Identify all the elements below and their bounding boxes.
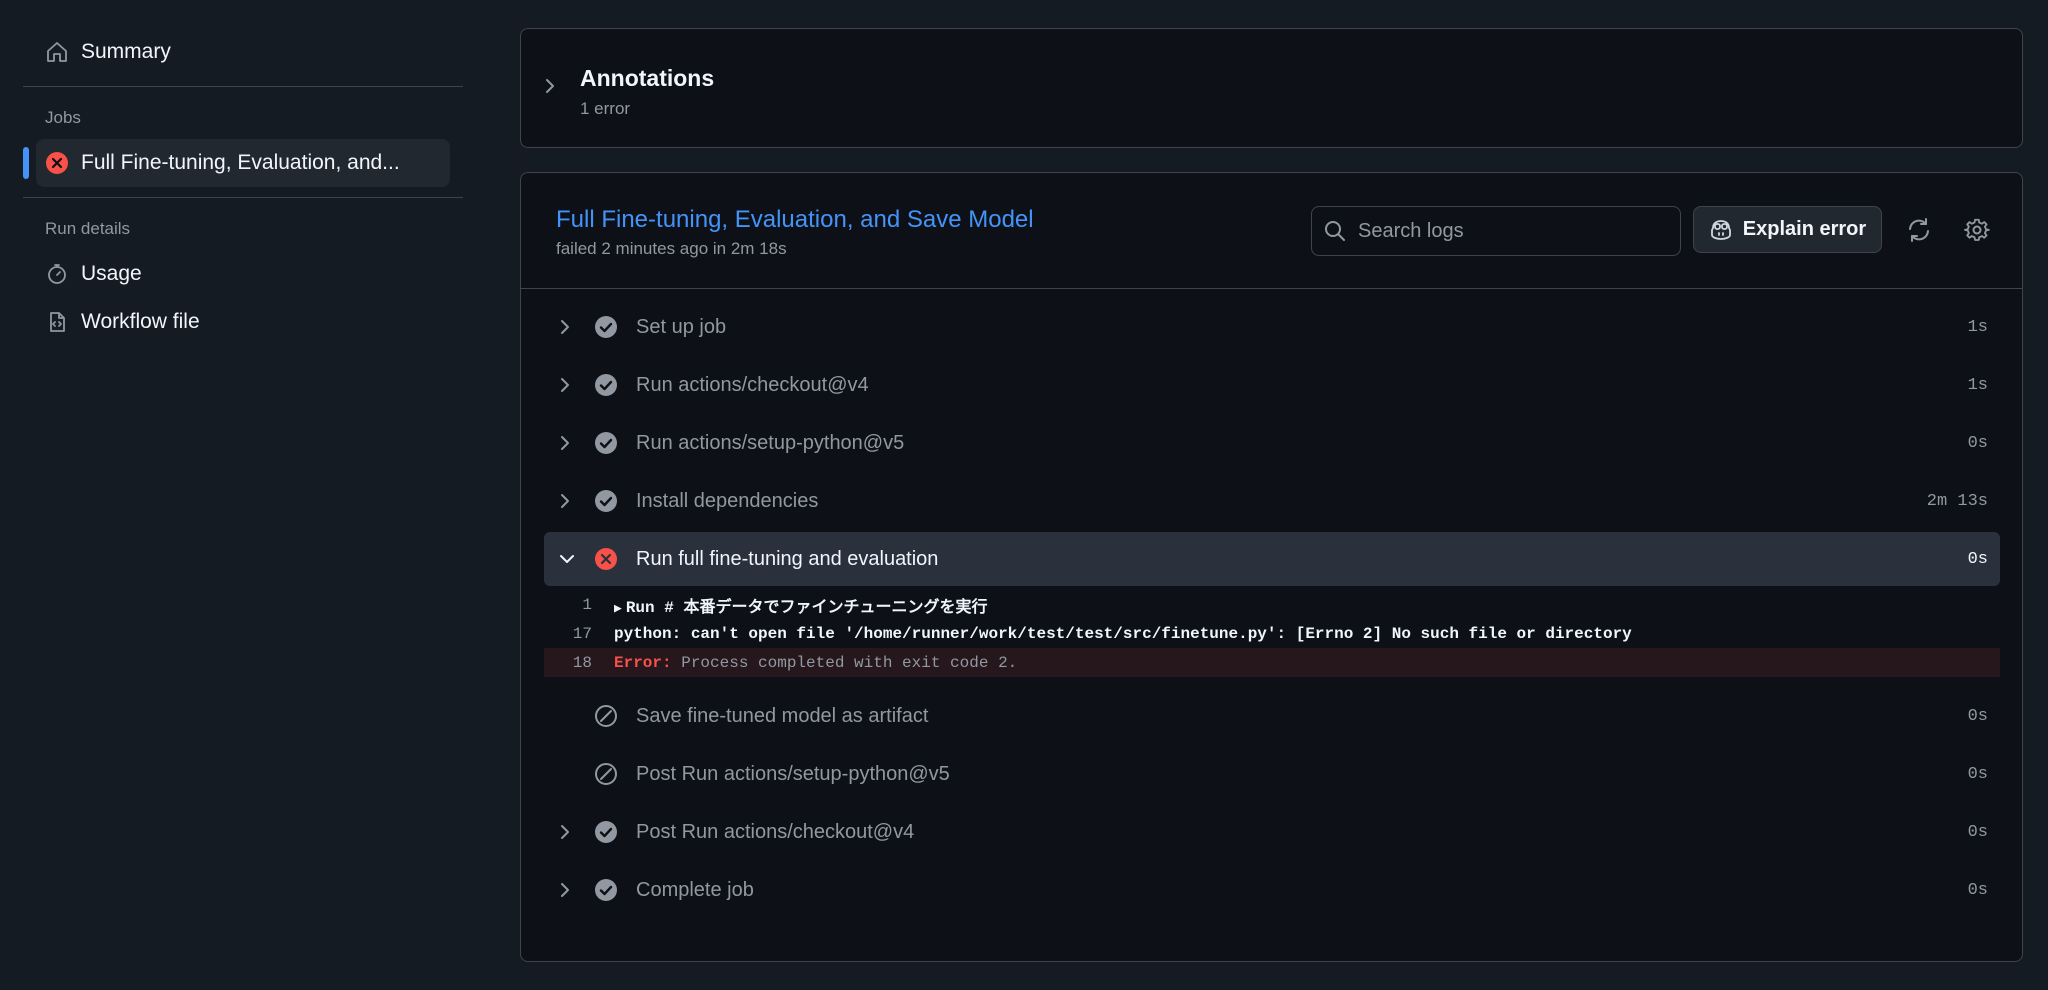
sidebar-item-job[interactable]: Full Fine-tuning, Evaluation, and... [23,139,450,187]
step-name: Post Run actions/setup-python@v5 [636,762,950,785]
steps-list: Set up job 1s Run actions/checkout@v4 1s… [544,300,2000,921]
x-circle-fill-icon [45,151,69,175]
line-number[interactable]: 18 [544,654,614,672]
log-line[interactable]: 1 ▶ Run # 本番データでファインチューニングを実行 [544,590,2000,619]
run-details-heading: Run details [45,219,131,238]
check-circle-fill-icon [594,315,618,339]
step-duration: 0s [1967,822,1988,842]
annotations-panel[interactable]: Annotations 1 error [520,28,2023,148]
step-install-dependencies[interactable]: Install dependencies 2m 13s [544,474,2000,528]
chevron-right-icon [558,881,572,899]
skip-icon [594,762,618,786]
step-log: 1 ▶ Run # 本番データでファインチューニングを実行 17 python: … [544,590,2000,677]
chevron-right-icon [558,434,572,452]
sidebar-divider [23,86,463,87]
sidebar: Summary Jobs Full Fine-tuning, Evaluatio… [23,28,463,346]
sidebar-item-usage[interactable]: Usage [23,250,463,298]
step-name: Run actions/checkout@v4 [636,373,869,396]
step-set-up-job[interactable]: Set up job 1s [544,300,2000,354]
chevron-right-icon[interactable] [543,77,557,95]
step-name: Save fine-tuned model as artifact [636,704,929,727]
chevron-right-icon [558,492,572,510]
triangle-right-icon[interactable]: ▶ [614,601,622,616]
log-text: Run # 本番データでファインチューニングを実行 [625,598,988,617]
step-setup-python[interactable]: Run actions/setup-python@v5 0s [544,416,2000,470]
error-label: Error: [614,653,672,672]
step-duration: 0s [1967,764,1988,784]
step-duration: 0s [1967,880,1988,900]
check-circle-fill-icon [594,373,618,397]
step-duration: 0s [1967,433,1988,453]
step-name: Run actions/setup-python@v5 [636,431,905,454]
chevron-down-icon [558,552,576,566]
chevron-right-icon [558,823,572,841]
annotations-title: Annotations [580,65,715,91]
step-checkout[interactable]: Run actions/checkout@v4 1s [544,358,2000,412]
step-save-artifact[interactable]: Save fine-tuned model as artifact 0s [544,689,2000,743]
step-duration: 0s [1967,706,1988,726]
sidebar-item-summary[interactable]: Summary [23,28,463,76]
gear-icon[interactable] [1964,217,1990,243]
explain-error-label: Explain error [1742,218,1867,240]
home-icon [45,40,69,64]
file-code-icon [45,310,69,334]
search-logs-input[interactable] [1358,219,1658,243]
explain-error-button[interactable]: Explain error [1693,206,1882,253]
step-complete-job[interactable]: Complete job 0s [544,863,2000,917]
line-number[interactable]: 1 [544,596,614,614]
job-title: Full Fine-tuning, Evaluation, and Save M… [556,206,1034,233]
sidebar-divider [23,197,463,198]
skip-icon [594,704,618,728]
sidebar-item-label: Workflow file [81,310,200,333]
step-name: Set up job [636,315,727,338]
search-logs[interactable] [1311,206,1681,256]
step-duration: 1s [1967,317,1988,337]
line-number[interactable]: 17 [544,625,614,643]
chevron-right-icon [558,318,572,336]
check-circle-fill-icon [594,878,618,902]
sidebar-item-label: Summary [81,40,171,63]
job-status-text: failed 2 minutes ago in 2m 18s [556,239,787,258]
log-line[interactable]: 17 python: can't open file '/home/runner… [544,619,2000,648]
chevron-right-icon [558,376,572,394]
step-duration: 1s [1967,375,1988,395]
check-circle-fill-icon [594,489,618,513]
step-name: Run full fine-tuning and evaluation [636,547,939,570]
job-header: Full Fine-tuning, Evaluation, and Save M… [521,173,2022,289]
sidebar-item-workflow-file[interactable]: Workflow file [23,298,463,346]
check-circle-fill-icon [594,820,618,844]
annotations-count: 1 error [580,99,631,118]
refresh-icon[interactable] [1906,217,1932,243]
sidebar-item-label: Usage [81,262,142,285]
log-text: Process completed with exit code 2. [671,653,1018,672]
jobs-heading: Jobs [45,108,81,127]
step-duration: 0s [1967,549,1988,569]
step-duration: 2m 13s [1926,491,1988,511]
x-circle-fill-icon [594,547,618,571]
step-name: Install dependencies [636,489,819,512]
step-post-checkout[interactable]: Post Run actions/checkout@v4 0s [544,805,2000,859]
step-post-setup-python[interactable]: Post Run actions/setup-python@v5 0s [544,747,2000,801]
step-name: Post Run actions/checkout@v4 [636,820,915,843]
log-line-error[interactable]: 18 Error: Process completed with exit co… [544,648,2000,677]
sidebar-item-label: Full Fine-tuning, Evaluation, and... [81,151,400,174]
search-icon [1324,220,1346,242]
step-run-fine-tuning[interactable]: Run full fine-tuning and evaluation 0s [544,532,2000,586]
log-text: python: can't open file '/home/runner/wo… [614,624,1632,643]
step-name: Complete job [636,878,754,901]
job-panel: Full Fine-tuning, Evaluation, and Save M… [520,172,2023,962]
copilot-icon [1709,219,1733,241]
stopwatch-icon [45,262,69,286]
check-circle-fill-icon [594,431,618,455]
